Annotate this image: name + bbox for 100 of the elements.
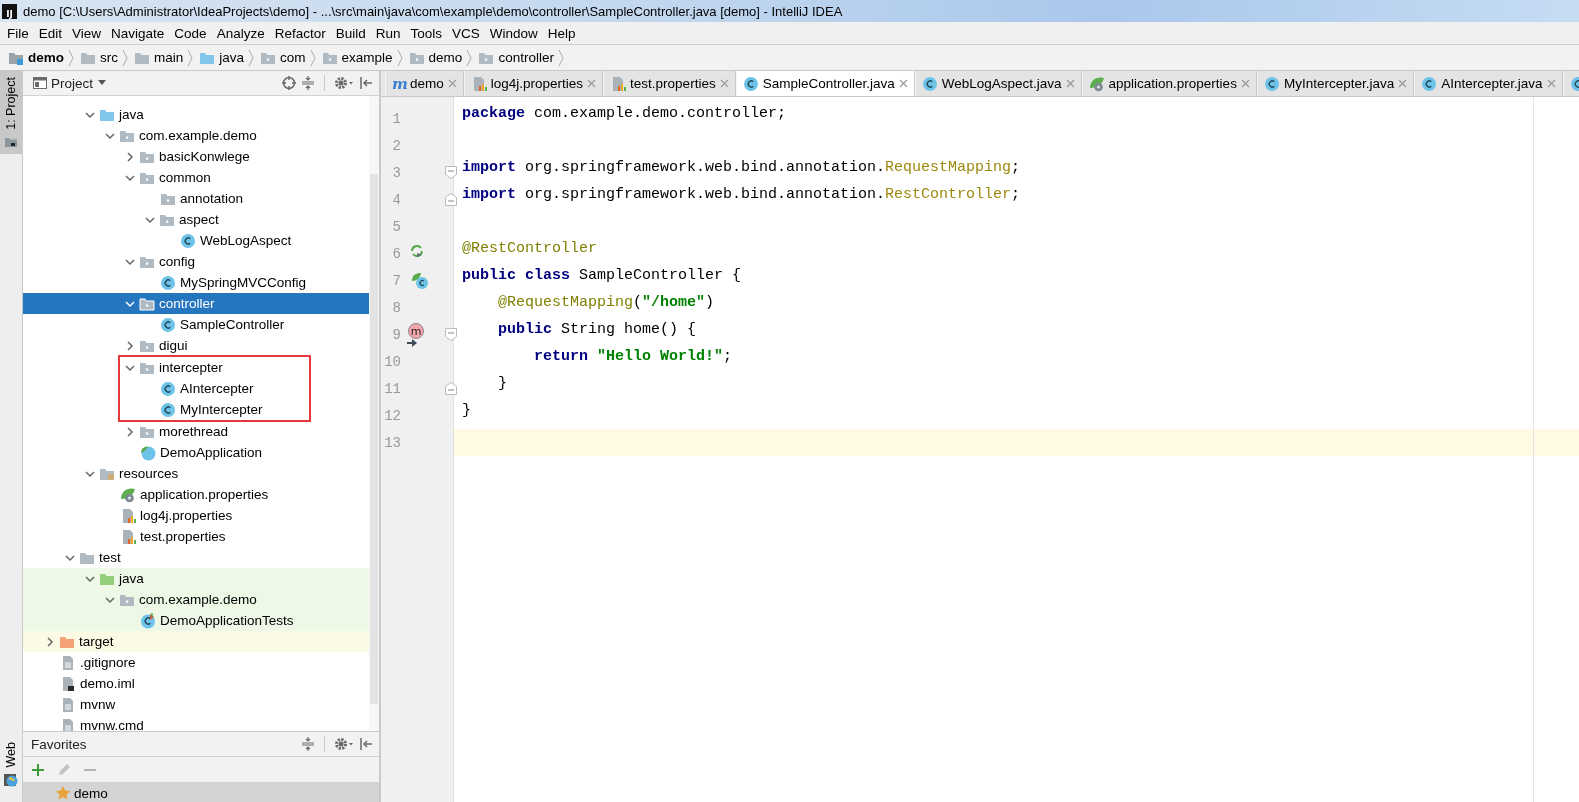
tree-item[interactable]: config xyxy=(23,251,369,272)
panel-title: Favorites xyxy=(31,736,87,752)
breadcrumb-item[interactable]: demo xyxy=(8,49,64,66)
tree-item[interactable]: demo.iml xyxy=(23,673,369,694)
tree-item[interactable]: com.example.demo xyxy=(23,589,369,610)
tree-item[interactable]: log4j.properties xyxy=(23,505,369,526)
tree-item[interactable]: basicKonwlege xyxy=(23,146,369,167)
tree-item[interactable]: common xyxy=(23,167,369,188)
tree-item[interactable]: digui xyxy=(23,335,369,356)
hide-panel-icon[interactable] xyxy=(359,76,373,90)
breadcrumb-item[interactable]: com xyxy=(260,49,306,66)
editor-tab[interactable]: application.properties xyxy=(1081,71,1257,96)
package-icon xyxy=(139,295,155,312)
line-number: 13 xyxy=(383,434,401,451)
tree-item[interactable]: test xyxy=(23,547,369,568)
add-icon[interactable] xyxy=(31,762,45,777)
menu-item[interactable]: Window xyxy=(484,25,543,41)
folder-icon xyxy=(5,135,17,148)
separator-icon xyxy=(466,48,473,67)
tree-item[interactable]: com.example.demo xyxy=(23,125,369,146)
code-line: @RestController xyxy=(462,240,598,257)
editor-tab[interactable]: log4j.properties xyxy=(463,71,604,96)
chevron-icon[interactable] xyxy=(44,635,56,648)
bean-icon[interactable] xyxy=(411,245,423,257)
line-number: 6 xyxy=(391,245,401,262)
menu-item[interactable]: Code xyxy=(169,25,212,41)
breadcrumb-item[interactable]: src xyxy=(80,49,118,66)
spring-properties-icon xyxy=(1088,75,1105,92)
tree-item[interactable]: java xyxy=(23,104,369,125)
project-icon xyxy=(33,77,47,89)
menu-item[interactable]: Analyze xyxy=(211,25,270,41)
module-file-icon xyxy=(60,675,76,692)
tree-item[interactable]: mvnw.cmd xyxy=(23,715,369,731)
tree-item[interactable]: DemoApplicationTests xyxy=(23,610,369,631)
editor-tab[interactable]: WebLogAspect.java xyxy=(914,71,1082,96)
tree-item[interactable]: morethread xyxy=(23,421,369,442)
breadcrumb-item[interactable]: example xyxy=(321,49,393,66)
tree-item[interactable]: target xyxy=(23,631,369,652)
breadcrumb-item[interactable]: controller xyxy=(478,49,554,66)
menu-item[interactable]: View xyxy=(67,25,107,41)
editor-tab[interactable]: SampleController.java xyxy=(735,71,915,96)
menu-item[interactable]: Help xyxy=(542,25,581,41)
tree-item[interactable]: AIntercepter xyxy=(120,378,309,399)
tree-item[interactable]: resources xyxy=(23,463,369,484)
menu-item[interactable]: Build xyxy=(330,25,371,41)
collapse-all-icon[interactable] xyxy=(301,76,315,90)
menu-item[interactable]: Run xyxy=(370,25,406,41)
line-number: 11 xyxy=(383,380,401,397)
chevron-icon[interactable] xyxy=(124,425,136,438)
arrow-icon[interactable] xyxy=(407,339,417,347)
class-icon xyxy=(1263,75,1280,92)
editor-tab[interactable]: test.properties xyxy=(603,71,736,96)
scrollbar-thumb[interactable] xyxy=(370,174,378,704)
collapse-all-icon[interactable] xyxy=(301,737,315,751)
tree-item[interactable]: DemoApplication xyxy=(23,442,369,463)
chevron-icon[interactable] xyxy=(124,339,136,352)
tree-item[interactable]: .gitignore xyxy=(23,652,369,673)
editor-tab[interactable]: MyIntercepter.java xyxy=(1256,71,1415,96)
settings-icon[interactable] xyxy=(334,76,354,90)
tree-item[interactable]: controller xyxy=(23,293,369,314)
chevron-icon[interactable] xyxy=(124,150,136,163)
breadcrumb-item[interactable]: java xyxy=(199,49,245,66)
menu-item[interactable]: Refactor xyxy=(269,25,331,41)
favorites-item[interactable]: demo xyxy=(23,783,379,802)
tree-item[interactable]: java xyxy=(23,568,369,589)
menu-item[interactable]: File xyxy=(2,25,34,41)
tree-item[interactable]: mvnw xyxy=(23,694,369,715)
method-icon[interactable]: m xyxy=(408,323,424,339)
hide-panel-icon[interactable] xyxy=(359,737,373,751)
tree-item[interactable]: MyIntercepter xyxy=(120,399,309,420)
editor-tab[interactable]: m demo xyxy=(385,71,464,96)
tree-item[interactable]: intercepter xyxy=(120,357,309,378)
code-line: @RequestMapping("/home") xyxy=(497,294,715,311)
menu-item[interactable]: Tools xyxy=(405,25,447,41)
crosshair-icon[interactable] xyxy=(282,76,296,90)
tree-item[interactable]: WebLogAspect xyxy=(23,230,369,251)
tree-item[interactable]: annotation xyxy=(23,188,369,209)
breadcrumb-item[interactable]: main xyxy=(134,49,184,66)
tree-item[interactable]: MySpringMVCConfig xyxy=(23,272,369,293)
code-line: } xyxy=(497,375,507,392)
settings-icon[interactable] xyxy=(334,737,354,751)
spring-class-icon[interactable] xyxy=(411,272,429,290)
close-icon[interactable] xyxy=(898,79,908,88)
code-line: public class SampleController { xyxy=(462,267,742,284)
breadcrumb-item[interactable]: demo xyxy=(408,49,463,66)
menu-item[interactable]: VCS xyxy=(447,25,485,41)
tool-window-tab[interactable]: 1: Project xyxy=(0,71,22,154)
panel-dropdown[interactable]: Project xyxy=(33,75,108,91)
tool-window-tab[interactable]: Web xyxy=(0,735,22,793)
class-icon xyxy=(160,401,176,418)
class-icon xyxy=(742,75,759,92)
tree-item[interactable]: application.properties xyxy=(23,484,369,505)
editor-tab[interactable]: AIntercepter.java xyxy=(1414,71,1563,96)
tree-item[interactable]: SampleController xyxy=(23,314,369,335)
tree-item[interactable]: aspect xyxy=(23,209,369,230)
tree-item[interactable]: test.properties xyxy=(23,526,369,547)
menu-item[interactable]: Edit xyxy=(33,25,68,41)
separator-icon xyxy=(122,48,128,67)
text-file-icon xyxy=(60,696,76,713)
menu-item[interactable]: Navigate xyxy=(106,25,170,41)
